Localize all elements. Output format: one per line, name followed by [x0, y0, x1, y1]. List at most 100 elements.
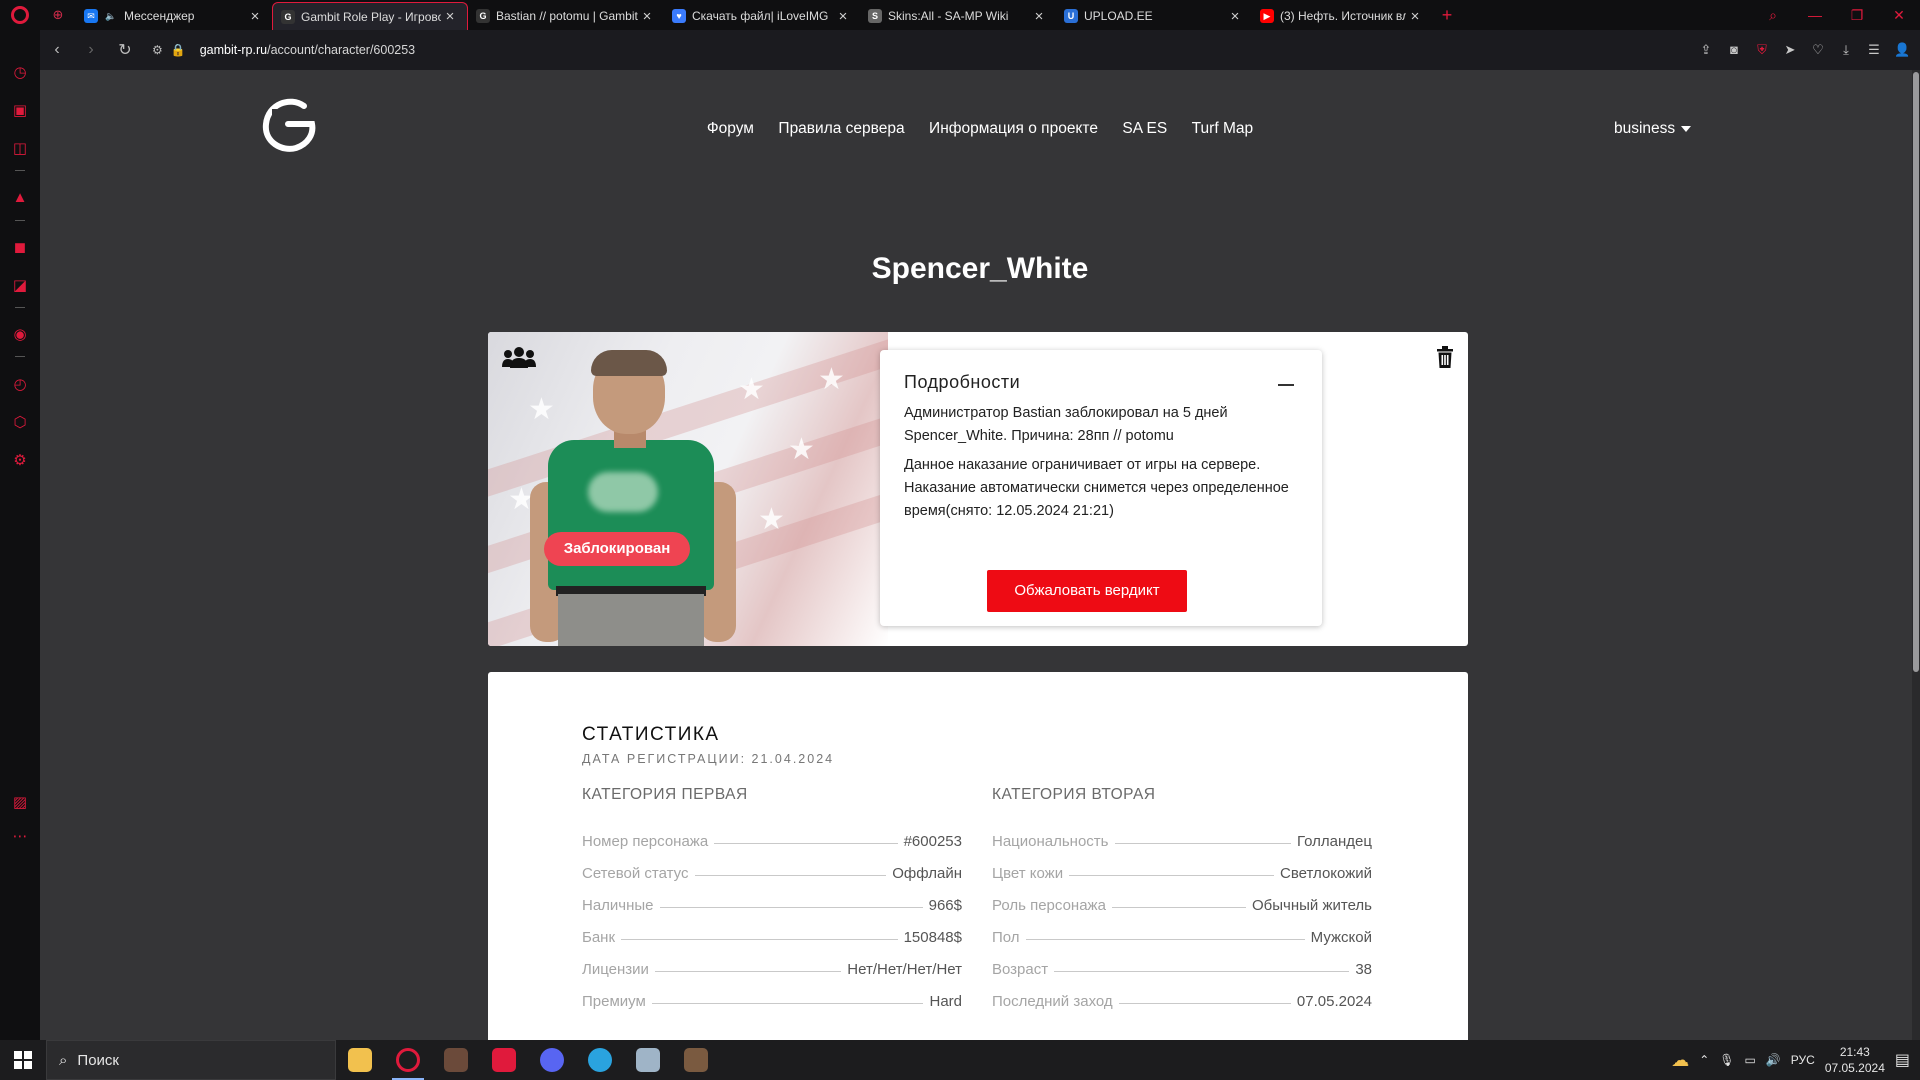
history-icon[interactable]: ◴ [0, 372, 40, 396]
gallery-icon[interactable]: ▨ [0, 790, 40, 814]
settings-icon[interactable]: ⚙ [0, 448, 40, 472]
scrollbar-thumb[interactable] [1913, 72, 1919, 672]
stat-row: Сетевой статус Оффлайн [582, 850, 962, 882]
page-scrollbar[interactable] [1912, 70, 1920, 1040]
nav-rules[interactable]: Правила сервера [778, 120, 904, 137]
maximize-icon[interactable]: ❐ [1836, 7, 1878, 24]
amd-icon[interactable] [480, 1040, 528, 1080]
tab-upload-ee[interactable]: U UPLOAD.EE × [1056, 2, 1252, 30]
category-title: КАТЕГОРИЯ ВТОРАЯ [992, 786, 1156, 803]
stat-value: Мужской [1310, 929, 1372, 946]
nav-sa-es[interactable]: SA ES [1122, 120, 1167, 137]
tab-samp-wiki[interactable]: S Skins:All - SA-MP Wiki × [860, 2, 1056, 30]
nav-project-info[interactable]: Информация о проекте [929, 120, 1098, 137]
image-viewer-icon[interactable] [624, 1040, 672, 1080]
collapse-icon[interactable] [1278, 384, 1294, 386]
trash-icon[interactable] [1436, 346, 1454, 368]
adblock-shield-icon[interactable]: ⛨ [1754, 42, 1770, 58]
reload-button[interactable]: ↻ [108, 40, 142, 60]
opera-menu-icon[interactable] [0, 0, 40, 30]
file-explorer-icon[interactable] [336, 1040, 384, 1080]
back-button[interactable]: ‹ [40, 41, 74, 59]
opera-taskbar-icon[interactable] [384, 1040, 432, 1080]
appeal-verdict-button[interactable]: Обжаловать вердикт [987, 570, 1187, 612]
taskbar-search[interactable]: ⌕ Поиск [46, 1040, 336, 1080]
aria-icon[interactable]: ▲ [0, 185, 40, 209]
player-icon[interactable]: ◫ [0, 136, 40, 160]
tab-iloveimg[interactable]: ♥ Скачать файл| iLoveIMG × [664, 2, 860, 30]
easy-setup-icon[interactable]: ☰ [1866, 42, 1882, 58]
snapshot-icon[interactable]: ◙ [1726, 42, 1742, 58]
nav-forum[interactable]: Форум [707, 120, 754, 137]
close-tab-icon[interactable]: × [1406, 8, 1424, 25]
share-icon[interactable]: ⇪ [1698, 42, 1714, 58]
site-info-icon[interactable]: ⚙ [152, 43, 163, 57]
forward-button[interactable]: › [74, 41, 108, 59]
heart-icon[interactable]: ♡ [1810, 42, 1826, 58]
tab-youtube[interactable]: ▶ (3) Нефть. Источник власт × [1252, 2, 1432, 30]
notifications-icon[interactable]: ▤ [1895, 1050, 1910, 1070]
chevron-up-icon[interactable]: ⌃ [1699, 1053, 1709, 1067]
tab-bastian[interactable]: G Bastian // potomu | Gambit × [468, 2, 664, 30]
url-field[interactable]: gambit-rp.ru/account/character/600253 [200, 43, 415, 57]
network-icon[interactable]: ▭ [1744, 1053, 1755, 1067]
minimize-icon[interactable]: — [1794, 7, 1836, 23]
vk-icon[interactable]: ◼ [0, 235, 40, 259]
ban-info-text: Данное наказание ограничивает от игры на… [904, 457, 1289, 519]
discord-icon[interactable]: ◪ [0, 273, 40, 297]
tab-gambit-profile[interactable]: G Gambit Role Play - Игровой × [272, 1, 468, 31]
clock[interactable]: 21:43 07.05.2024 [1825, 1044, 1885, 1076]
language-indicator[interactable]: РУС [1791, 1053, 1815, 1067]
windows-start-icon[interactable] [0, 1040, 46, 1080]
stat-row: Возраст 38 [992, 946, 1372, 978]
nav-turf-map[interactable]: Turf Map [1192, 120, 1253, 137]
muted-audio-icon[interactable]: 🔈 [104, 9, 118, 23]
stat-value: 966$ [928, 897, 962, 914]
stat-value: 150848$ [903, 929, 962, 946]
category-title: КАТЕГОРИЯ ПЕРВАЯ [582, 786, 748, 803]
new-tab-button[interactable]: + [1432, 5, 1462, 26]
weather-icon[interactable]: ☁ [1671, 1050, 1689, 1071]
stat-row: Банк 150848$ [582, 914, 962, 946]
volume-icon[interactable]: 🔊 [1766, 1053, 1781, 1067]
stat-key: Цвет кожи [992, 865, 1064, 882]
close-window-icon[interactable]: ✕ [1878, 7, 1920, 24]
close-tab-icon[interactable]: × [441, 8, 459, 25]
video-popout-icon[interactable]: ◉ [0, 322, 40, 346]
stat-key: Сетевой статус [582, 865, 689, 882]
download-icon[interactable]: ⤓ [1838, 42, 1854, 58]
game-app-2-icon[interactable] [672, 1040, 720, 1080]
close-tab-icon[interactable]: × [246, 8, 264, 25]
microphone-icon[interactable]: 🎙 [1719, 1053, 1734, 1067]
close-tab-icon[interactable]: × [1030, 8, 1048, 25]
discord-taskbar-icon[interactable] [528, 1040, 576, 1080]
send-icon[interactable]: ➤ [1782, 42, 1798, 58]
opera-sidebar: ◷ ▣ ◫ ▲ ◼ ◪ ◉ ◴ ⬡ ⚙ ▨ ⋯ [0, 30, 40, 1040]
close-tab-icon[interactable]: × [834, 8, 852, 25]
ban-reason-text: Администратор Bastian заблокировал на 5 … [904, 405, 1228, 444]
stat-key: Роль персонажа [992, 897, 1106, 914]
samp-wiki-icon: S [868, 9, 882, 23]
more-icon[interactable]: ⋯ [0, 824, 40, 848]
ban-details-panel: Подробности Администратор Bastian заблок… [880, 350, 1322, 626]
gambit-icon: G [281, 9, 295, 24]
game-app-icon[interactable] [432, 1040, 480, 1080]
users-group-icon[interactable] [502, 346, 536, 368]
stat-row: Премиум Hard [582, 978, 962, 1010]
close-tab-icon[interactable]: × [638, 8, 656, 25]
speed-dial-icon[interactable]: ◷ [0, 60, 40, 84]
close-tab-icon[interactable]: × [1226, 8, 1244, 25]
stat-value: Нет/Нет/Нет/Нет [847, 961, 962, 978]
tab-messenger[interactable]: ✉ 🔈 Мессенджер × [76, 2, 272, 30]
telegram-icon[interactable] [576, 1040, 624, 1080]
profile-icon[interactable]: 👤 [1894, 42, 1910, 58]
user-menu[interactable]: business [1614, 120, 1692, 138]
character-skin-image: ★ ★ ★ ★ ★ ★ Заблокирован [488, 332, 888, 646]
stat-value: Обычный житель [1252, 897, 1372, 914]
shopping-bag-icon[interactable]: ▣ [0, 98, 40, 122]
extensions-icon[interactable]: ⬡ [0, 410, 40, 434]
game-tab-icon[interactable]: ⊕ [40, 0, 76, 30]
url-security-icons[interactable]: ⚙ 🔒 [152, 43, 186, 57]
tab-search-icon[interactable]: ⌕ [1752, 7, 1794, 24]
gambit-icon: G [476, 9, 490, 23]
